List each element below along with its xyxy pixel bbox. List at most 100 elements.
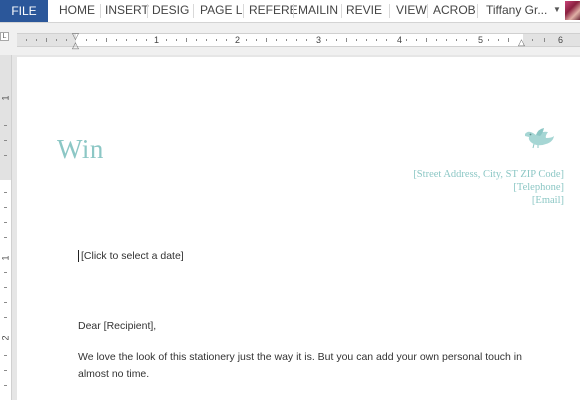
ruler-tick: [186, 38, 187, 42]
ruler-top-margin: [0, 55, 11, 180]
tab-review[interactable]: REVIE: [346, 0, 382, 22]
body-paragraph-line-1[interactable]: We love the look of this stationery just…: [78, 349, 522, 366]
ruler-tick: [226, 39, 227, 41]
ruler-tick: [356, 39, 357, 41]
ruler-tick: [4, 125, 7, 126]
ruler-tick: [4, 302, 7, 303]
ruler-tick: [4, 222, 7, 223]
tab-view[interactable]: VIEW: [396, 0, 427, 22]
ruler-tick: [436, 39, 437, 41]
ruler-tick: [508, 38, 509, 42]
user-account-name[interactable]: Tiffany Gr...: [486, 0, 547, 22]
chevron-down-icon[interactable]: ▼: [553, 5, 561, 14]
tab-separator: [293, 4, 294, 18]
ribbon-tabs-bar: FILE HOME INSERT DESIG PAGE L REFERE MAI…: [0, 0, 580, 23]
ruler-tick: [66, 39, 67, 41]
ruler-tick: [336, 39, 337, 41]
ruler-tick: [286, 39, 287, 41]
tab-separator: [100, 4, 101, 18]
ruler-tick: [406, 39, 407, 41]
ruler-tick: [532, 39, 533, 41]
ruler-number: 1: [0, 255, 11, 261]
ruler-tick: [96, 39, 97, 41]
ruler-tick: [246, 39, 247, 41]
tab-page-layout[interactable]: PAGE L: [200, 0, 242, 22]
tab-acrobat[interactable]: ACROB: [433, 0, 476, 22]
ruler-tick: [4, 355, 7, 356]
avatar[interactable]: [565, 1, 580, 20]
ruler-number: 1: [0, 95, 11, 101]
address-street[interactable]: [Street Address, City, ST ZIP Code]: [413, 169, 564, 180]
tab-separator: [243, 4, 244, 18]
tab-home[interactable]: HOME: [59, 0, 95, 22]
ruler-tick: [276, 39, 277, 41]
ruler-tick: [346, 38, 347, 42]
ruler-tick: [4, 317, 7, 318]
ruler-tick: [326, 39, 327, 41]
address-telephone[interactable]: [Telephone]: [513, 182, 564, 193]
salutation[interactable]: Dear [Recipient],: [78, 320, 156, 332]
ruler-tick: [426, 38, 427, 42]
ruler-number: 6: [558, 35, 564, 45]
ruler-tick: [544, 38, 545, 42]
tab-separator: [477, 4, 478, 18]
ruler-tick: [86, 39, 87, 41]
tab-design[interactable]: DESIG: [152, 0, 189, 22]
tab-separator: [427, 4, 428, 18]
ruler-tick: [126, 39, 127, 41]
document-page[interactable]: Win [Street Address, City, ST ZIP Code] …: [17, 57, 580, 400]
ruler-number: 2: [235, 35, 241, 45]
ruler-number: 3: [316, 35, 322, 45]
ruler-tick: [386, 39, 387, 41]
tab-separator: [193, 4, 194, 18]
ruler-tick: [4, 207, 7, 208]
ruler-tick: [376, 39, 377, 41]
ruler-tick: [4, 155, 7, 156]
ruler-tick: [498, 39, 499, 41]
ruler-tick: [56, 39, 57, 41]
ruler-tick: [4, 370, 7, 371]
ruler-tick: [296, 39, 297, 41]
right-indent-marker[interactable]: △: [518, 38, 525, 47]
ruler-tick: [4, 385, 7, 386]
ruler-tick: [366, 39, 367, 41]
ruler-tick: [46, 38, 47, 42]
ruler-number: 2: [0, 335, 11, 341]
ruler-tick: [206, 39, 207, 41]
ruler-tick: [488, 39, 489, 41]
tab-mailings[interactable]: MAILIN: [298, 0, 338, 22]
ruler-tick: [146, 39, 147, 41]
address-email[interactable]: [Email]: [532, 195, 564, 206]
hanging-indent-marker[interactable]: △: [72, 41, 79, 50]
ruler-tick: [306, 39, 307, 41]
date-picker-field[interactable]: [Click to select a date]: [78, 250, 184, 262]
ruler-tick: [196, 39, 197, 41]
vertical-ruler[interactable]: 1 1 2: [0, 55, 12, 400]
ruler-tick: [216, 39, 217, 41]
ruler-tick: [4, 272, 7, 273]
ruler-number: 1: [154, 35, 160, 45]
tab-selector-button[interactable]: L: [0, 32, 9, 41]
ruler-tick: [36, 39, 37, 41]
body-paragraph-line-2[interactable]: almost no time.: [78, 366, 149, 383]
ruler-tick: [106, 38, 107, 42]
ruler-tick: [4, 237, 7, 238]
bird-icon: [525, 128, 554, 149]
ruler-tick: [166, 39, 167, 41]
ruler-number: 5: [478, 35, 484, 45]
ruler-tick: [136, 39, 137, 41]
tab-insert[interactable]: INSERT: [105, 0, 149, 22]
horizontal-ruler[interactable]: 1 2 3 4 5 6 ▽ △ △: [17, 32, 580, 50]
tab-file[interactable]: FILE: [0, 0, 48, 22]
ruler-tick: [456, 39, 457, 41]
tab-references[interactable]: REFERE: [249, 0, 298, 22]
ruler-tick: [446, 39, 447, 41]
document-title[interactable]: Win: [57, 134, 104, 165]
tab-separator: [147, 4, 148, 18]
ruler-tick: [26, 39, 27, 41]
tab-separator: [389, 4, 390, 18]
ruler-tick: [4, 192, 7, 193]
ruler-tick: [4, 140, 7, 141]
ruler-number: 4: [397, 35, 403, 45]
ruler-tick: [266, 38, 267, 42]
